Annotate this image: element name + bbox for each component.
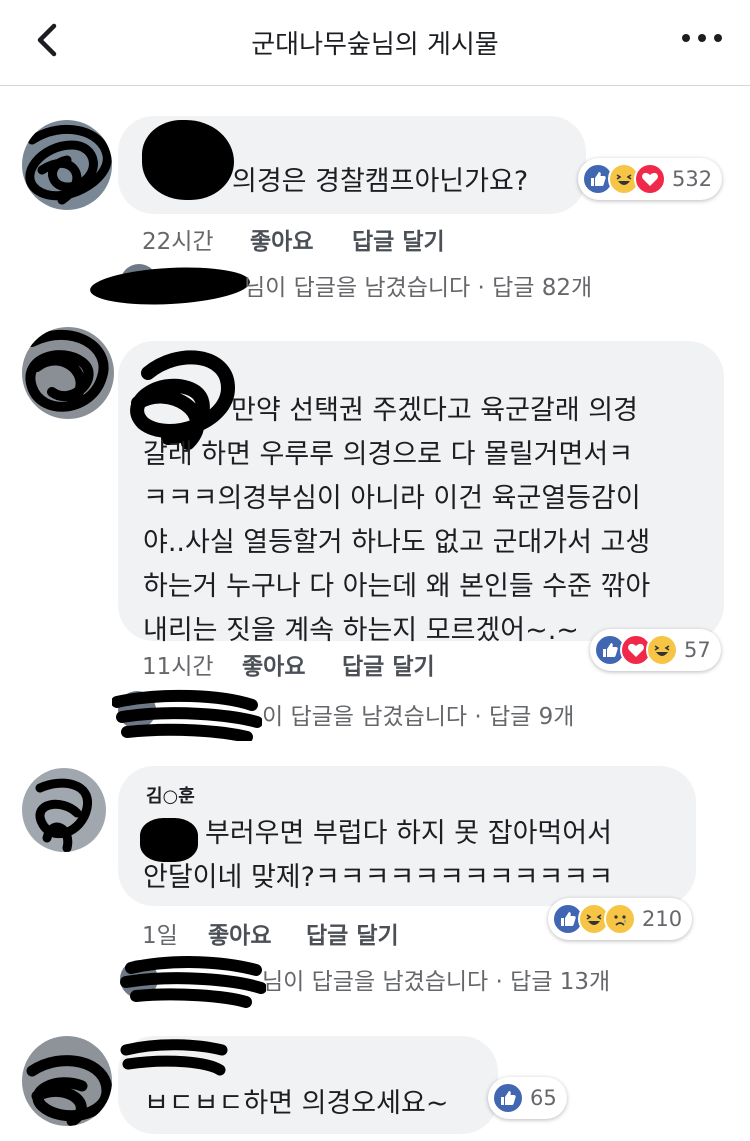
redaction-scribble <box>25 124 112 205</box>
comment-time: 11시간 <box>142 654 214 680</box>
more-dot <box>714 34 722 42</box>
comment-time: 22시간 <box>142 229 214 255</box>
reaction-count: 65 <box>530 1086 557 1110</box>
like-reaction-icon <box>492 1082 524 1114</box>
avatar[interactable] <box>22 1036 112 1126</box>
nav-bar: 군대나무숲님의 게시물 <box>0 0 750 86</box>
more-button[interactable] <box>682 28 722 48</box>
comment-author[interactable]: 김○훈 <box>146 782 195 808</box>
more-dot <box>698 34 706 42</box>
avatar[interactable] <box>22 327 114 419</box>
comment-time: 1일 <box>142 923 178 949</box>
comment-meta: 11시간 좋아요 답글 달기 <box>142 647 542 680</box>
more-dots-icon <box>682 34 690 42</box>
author-redaction <box>142 120 234 200</box>
comment-text: 의경은 경찰캠프아닌가요? <box>232 166 529 197</box>
comment-1: 의경은 경찰캠프아닌가요? 532 22시간 좋아요 답글 달기 님이 답글을 … <box>0 110 750 310</box>
author-redaction <box>120 1039 228 1076</box>
comment-text: 부러우면 부럽다 하지 못 잡아먹어서 안달이네 맞제?ㅋㅋㅋㅋㅋㅋㅋㅋㅋㅋㅋㅋ <box>143 818 614 893</box>
comment-2: 만약 선택권 주겠다고 육군갈래 의경 갈래 하면 우루루 의경으로 다 몰릴거… <box>0 325 750 741</box>
avatar[interactable] <box>22 120 112 210</box>
love-reaction-icon <box>634 163 666 195</box>
comment-meta: 22시간 좋아요 답글 달기 <box>142 222 542 255</box>
comment-text: ㅂㄷㅂㄷ하면 의경오세요~ <box>144 1088 449 1119</box>
sad-reaction-icon <box>604 903 636 935</box>
comment-meta: 1일 좋아요 답글 달기 <box>142 916 542 949</box>
reaction-count: 532 <box>672 167 713 191</box>
like-button[interactable]: 좋아요 <box>250 222 313 256</box>
reply-button[interactable]: 답글 달기 <box>306 916 399 950</box>
replies-summary: 님이 답글을 남겼습니다 · 답글 82개 <box>244 275 593 301</box>
comment-text: 만약 선택권 주겠다고 육군갈래 의경 갈래 하면 우루루 의경으로 다 몰릴거… <box>143 395 651 646</box>
reaction-summary[interactable]: 57 <box>590 629 721 671</box>
replies-summary: 이 답글을 남겼습니다 · 답글 9개 <box>262 704 575 730</box>
redaction-scribble <box>26 1055 112 1126</box>
reaction-count: 57 <box>684 638 711 662</box>
redaction-scribble <box>35 778 92 852</box>
replies-link[interactable]: 님이 답글을 남겼습니다 · 답글 82개 <box>89 260 650 309</box>
reply-author-redaction <box>120 956 266 1008</box>
reaction-count: 210 <box>642 907 683 931</box>
reply-author-redaction <box>112 689 262 741</box>
reply-author-redaction <box>89 263 251 309</box>
comment-3: 김○훈 부러우면 부럽다 하지 못 잡아먹어서 안달이네 맞제?ㅋㅋㅋㅋㅋㅋㅋㅋ… <box>0 760 750 1008</box>
redaction-scribble <box>25 329 109 412</box>
reply-button[interactable]: 답글 달기 <box>352 222 445 256</box>
like-button[interactable]: 좋아요 <box>208 916 271 950</box>
reaction-summary[interactable]: 65 <box>488 1077 567 1119</box>
reaction-summary[interactable]: 532 <box>578 158 723 200</box>
replies-link[interactable]: 이 답글을 남겼습니다 · 답글 9개 <box>112 687 632 741</box>
replies-summary: 님이 답글을 남겼습니다 · 답글 13개 <box>262 969 611 995</box>
avatar[interactable] <box>22 768 106 852</box>
comment-4: ㅂㄷㅂㄷ하면 의경오세요~ 65 <box>0 1030 750 1141</box>
like-button[interactable]: 좋아요 <box>242 647 305 681</box>
page-title: 군대나무숲님의 게시물 <box>251 30 499 60</box>
reply-button[interactable]: 답글 달기 <box>342 647 435 681</box>
replies-link[interactable]: 님이 답글을 남겼습니다 · 답글 13개 <box>116 954 636 1008</box>
haha-reaction-icon <box>646 634 678 666</box>
reaction-summary[interactable]: 210 <box>548 898 693 940</box>
